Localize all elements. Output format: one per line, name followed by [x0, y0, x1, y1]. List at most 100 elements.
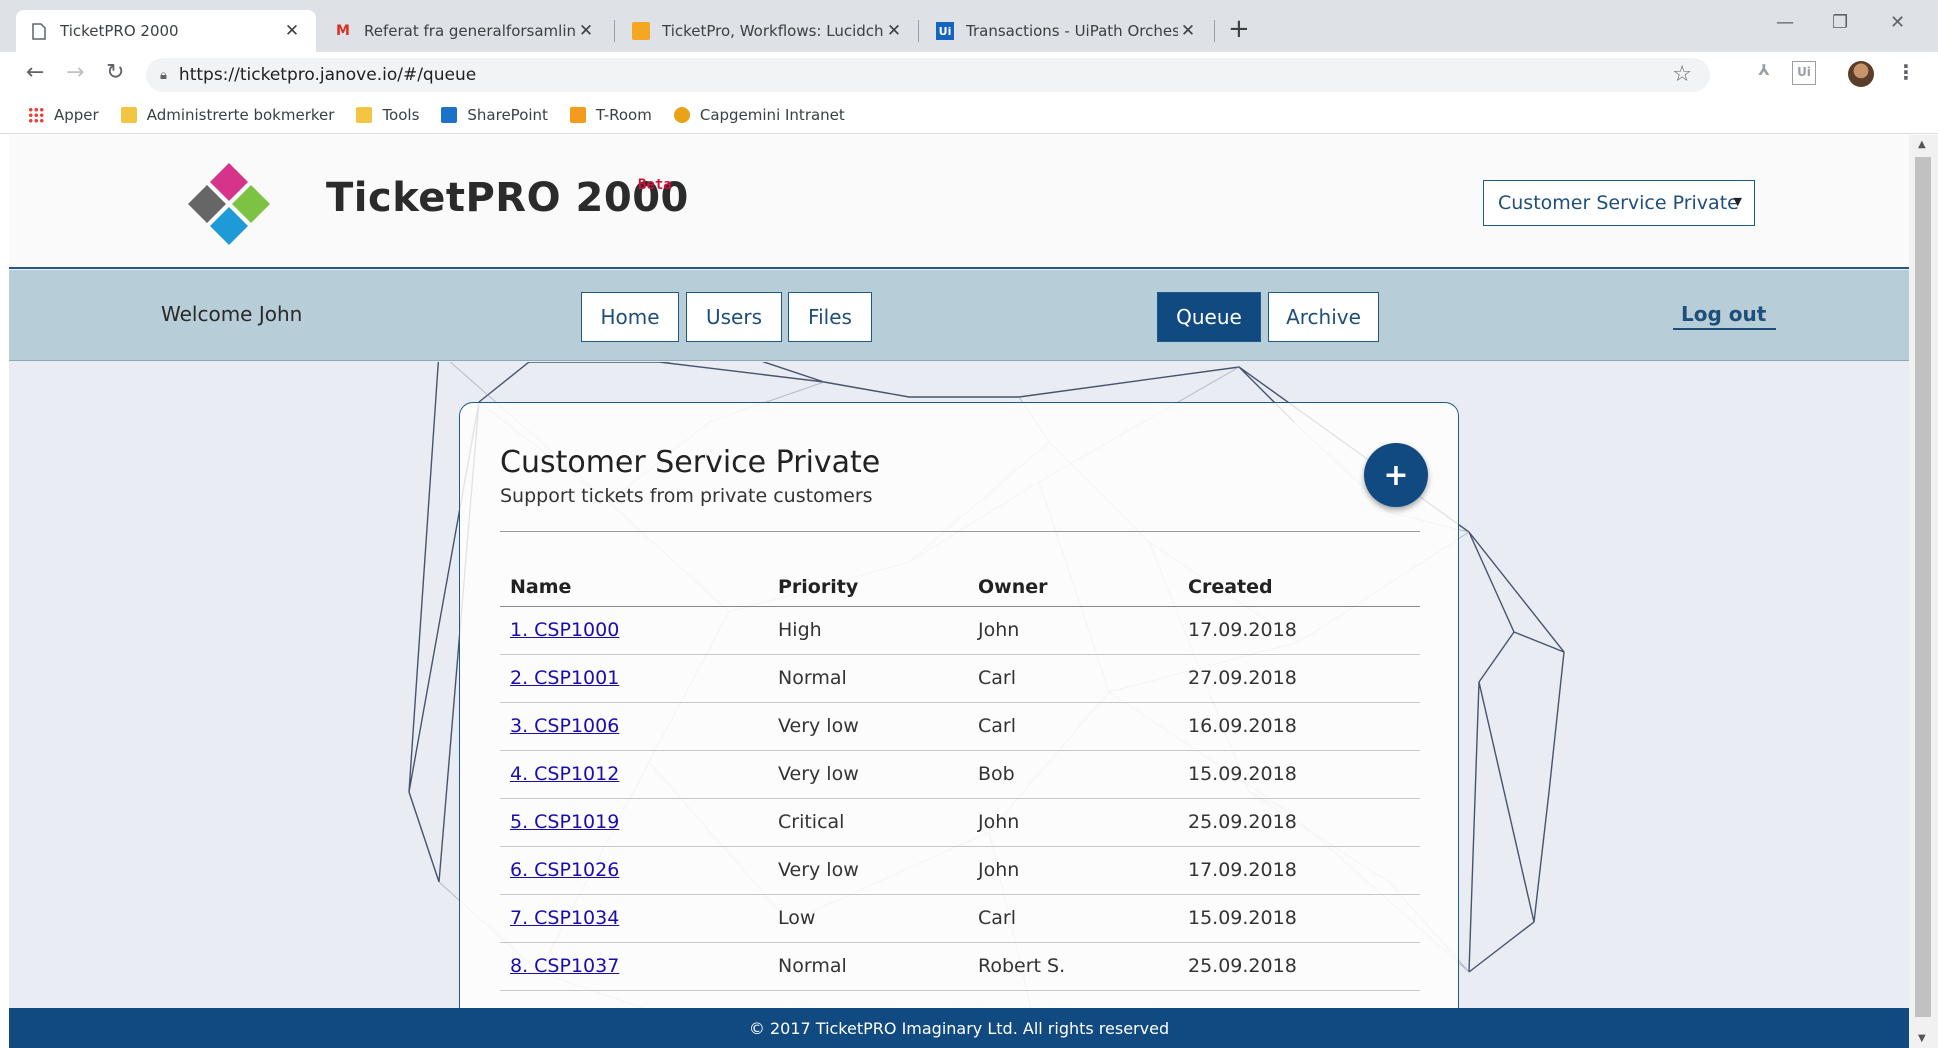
welcome-text: Welcome John [161, 302, 303, 326]
table-header-row: Name Priority Owner Created [500, 568, 1420, 607]
ticket-owner: Carl [968, 702, 1178, 751]
bookmark-label: T-Room [595, 105, 652, 124]
bookmark-label: Capgemini Intranet [699, 105, 845, 124]
lucidchart-icon [632, 22, 650, 40]
back-icon[interactable]: ← [26, 60, 44, 85]
tab-gmail[interactable]: M Referat fra generalforsamling + e ✕ [320, 10, 610, 52]
close-icon[interactable]: ✕ [1178, 21, 1198, 41]
ticket-created: 27.09.2018 [1178, 654, 1420, 703]
nav-home-button[interactable]: Home [581, 292, 679, 342]
tab-uipath[interactable]: Ui Transactions - UiPath Orchestrato ✕ [922, 10, 1212, 52]
bookmark-capgemini[interactable]: Capgemini Intranet [673, 105, 845, 124]
ticket-owner: Bob [968, 750, 1178, 799]
nav-files-button[interactable]: Files [788, 292, 872, 342]
bookmark-managed[interactable]: Administrerte bokmerker [120, 105, 335, 124]
nav-bar: Welcome John Home Users Files Queue Arch… [9, 270, 1909, 361]
table-row: 4. CSP1012 Very low Bob 15.09.2018 [500, 750, 1420, 799]
ticket-priority: Very low [768, 702, 968, 751]
ticket-link[interactable]: 4. CSP1012 [510, 763, 619, 785]
ticket-link[interactable]: 2. CSP1001 [510, 667, 619, 689]
tab-label: Referat fra generalforsamling + e [364, 22, 576, 40]
folder-icon [356, 106, 373, 123]
close-icon[interactable]: ✕ [576, 21, 596, 41]
queue-title: Customer Service Private [500, 445, 881, 480]
ticket-priority: High [768, 606, 968, 655]
ticket-owner: John [968, 798, 1178, 847]
tab-label: Transactions - UiPath Orchestrato [966, 22, 1178, 40]
add-ticket-button[interactable]: + [1364, 443, 1428, 507]
ticket-owner: Carl [968, 654, 1178, 703]
bookmark-label: Administrerte bokmerker [146, 105, 335, 124]
uipath-icon: Ui [936, 22, 954, 40]
queue-select-value: Customer Service Private [1498, 192, 1739, 214]
profile-avatar[interactable] [1848, 61, 1874, 87]
nav-archive-button[interactable]: Archive [1268, 292, 1379, 342]
new-tab-button[interactable]: + [1228, 14, 1250, 44]
column-header-priority: Priority [768, 568, 968, 607]
sharepoint-icon [441, 106, 458, 123]
nav-queue-button[interactable]: Queue [1157, 292, 1261, 342]
scroll-up-arrow-icon[interactable]: ▲ [1918, 139, 1926, 150]
bookmark-label: SharePoint [467, 105, 548, 124]
scrollbar-thumb[interactable] [1915, 157, 1931, 1017]
ticket-priority: Normal [768, 942, 968, 991]
gmail-icon: M [336, 23, 350, 39]
bookmark-troom[interactable]: T-Room [569, 105, 652, 124]
close-icon[interactable]: ✕ [884, 21, 904, 41]
uipath-extension-icon[interactable]: Ui [1792, 61, 1816, 85]
ticket-owner: Carl [968, 894, 1178, 943]
app-header: TicketPRO 2000 Beta Customer Service Pri… [9, 135, 1909, 269]
forward-icon[interactable]: → [66, 60, 84, 85]
ticket-link[interactable]: 6. CSP1026 [510, 859, 619, 881]
ticket-table: Name Priority Owner Created 1. CSP1000 H… [500, 568, 1420, 991]
ticket-created: 17.09.2018 [1178, 606, 1420, 655]
window-close-icon[interactable]: ✕ [1890, 12, 1905, 33]
tab-separator [918, 20, 919, 42]
ticket-link[interactable]: 3. CSP1006 [510, 715, 619, 737]
table-row: 7. CSP1034 Low Carl 15.09.2018 [500, 894, 1420, 943]
lock-icon: 🔒︎ [160, 67, 167, 83]
reload-icon[interactable]: ↻ [106, 60, 124, 85]
browser-menu-icon[interactable]: ⋮ [1896, 60, 1916, 84]
queue-select[interactable]: Customer Service Private ▼ [1483, 180, 1755, 226]
ticket-created: 15.09.2018 [1178, 750, 1420, 799]
nav-users-button[interactable]: Users [686, 292, 782, 342]
ticket-link[interactable]: 5. CSP1019 [510, 811, 619, 833]
scroll-down-arrow-icon[interactable]: ▼ [1918, 1033, 1926, 1044]
tab-lucidchart[interactable]: TicketPro, Workflows: Lucidchart ✕ [618, 10, 918, 52]
tab-separator [614, 20, 615, 42]
address-bar[interactable]: 🔒︎ https://ticketpro.janove.io/#/queue ☆ [146, 58, 1710, 92]
logout-link[interactable]: Log out [1673, 302, 1777, 330]
bookmark-apps[interactable]: Apper [28, 106, 99, 124]
bookmark-tools[interactable]: Tools [356, 106, 419, 124]
queue-subtitle: Support tickets from private customers [500, 485, 873, 507]
ticket-owner: John [968, 606, 1178, 655]
close-icon[interactable]: ✕ [282, 21, 302, 41]
url-text: https://ticketpro.janove.io/#/queue [178, 65, 477, 85]
ticket-created: 15.09.2018 [1178, 894, 1420, 943]
column-header-created: Created [1178, 568, 1420, 607]
bookmark-sharepoint[interactable]: SharePoint [441, 106, 548, 124]
tab-separator [1214, 20, 1215, 42]
ticket-priority: Normal [768, 654, 968, 703]
pdf-extension-icon[interactable]: ⅄ [1752, 61, 1776, 85]
minimize-icon[interactable]: — [1776, 12, 1794, 33]
ticket-priority: Low [768, 894, 968, 943]
beta-badge: Beta [638, 177, 672, 193]
tab-bar: TicketPRO 2000 ✕ M Referat fra generalfo… [0, 0, 1938, 52]
table-row: 8. CSP1037 Normal Robert S. 25.09.2018 [500, 942, 1420, 991]
bookmark-label: Apper [54, 105, 99, 124]
tab-ticketpro[interactable]: TicketPRO 2000 ✕ [16, 10, 316, 52]
restore-icon[interactable]: ❐ [1832, 12, 1848, 33]
table-row: 1. CSP1000 High John 17.09.2018 [500, 606, 1420, 655]
tab-label: TicketPro, Workflows: Lucidchart [662, 22, 884, 40]
bookmark-star-icon[interactable]: ☆ [1672, 62, 1692, 87]
ticket-link[interactable]: 8. CSP1037 [510, 955, 619, 977]
ticket-link[interactable]: 7. CSP1034 [510, 907, 619, 929]
queue-card: Customer Service Private Support tickets… [459, 402, 1459, 1042]
column-header-name: Name [500, 568, 768, 607]
ticket-created: 17.09.2018 [1178, 846, 1420, 895]
page-scrollbar[interactable]: ▲ ▼ [1909, 135, 1938, 1048]
ticket-priority: Very low [768, 846, 968, 895]
ticket-link[interactable]: 1. CSP1000 [510, 619, 619, 641]
